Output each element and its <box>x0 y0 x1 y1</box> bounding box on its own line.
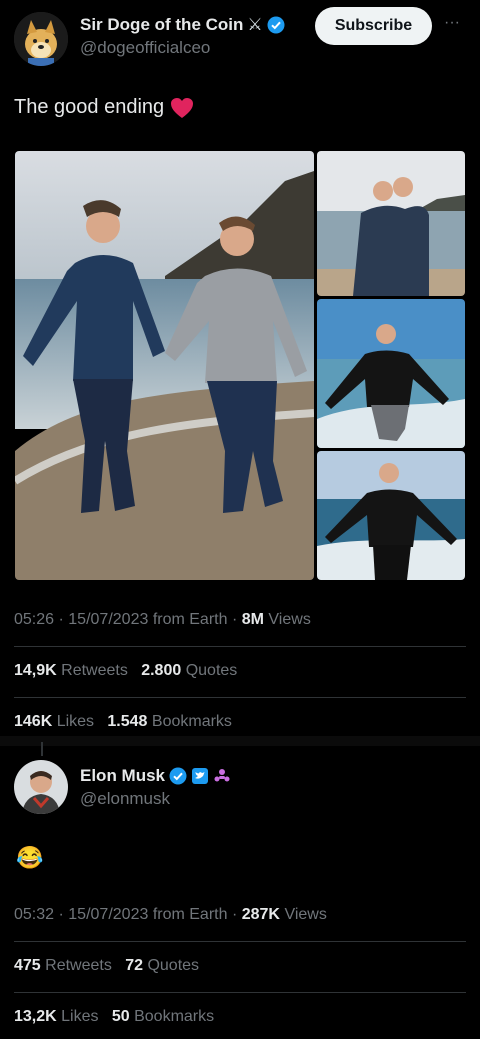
tweet-timestamp-row: 05:26 · 15/07/2023 from Earth · 8M Views <box>14 611 311 628</box>
retweets-link[interactable]: 14,9K Retweets <box>14 662 128 679</box>
author-name[interactable]: Sir Doge of the Coin <box>80 15 243 35</box>
divider <box>14 941 466 942</box>
author-handle[interactable]: @dogeofficialceo <box>80 38 210 58</box>
subscribe-button[interactable]: Subscribe <box>315 7 432 45</box>
avatar[interactable] <box>14 12 68 66</box>
tweet-text-content: The good ending <box>14 96 165 118</box>
bookmarks-link[interactable]: 50 Bookmarks <box>112 1008 214 1025</box>
retweets-link[interactable]: 475 Retweets <box>14 957 112 974</box>
bookmarks-label: Bookmarks <box>151 713 232 730</box>
verified-badge-icon <box>267 16 285 34</box>
quotes-count: 2.800 <box>141 662 182 679</box>
quotes-link[interactable]: 2.800 Quotes <box>141 662 237 679</box>
likes-count: 146K <box>14 713 53 730</box>
quotes-count: 72 <box>125 957 143 974</box>
retweets-count: 14,9K <box>14 662 57 679</box>
likes-link[interactable]: 13,2K Likes <box>14 1008 99 1025</box>
bookmarks-count: 1.548 <box>107 713 148 730</box>
twitter-logo-badge-icon <box>191 767 209 785</box>
quotes-label: Quotes <box>185 662 238 679</box>
tweet-source: from Earth <box>152 906 228 923</box>
photo-bottom-right[interactable] <box>317 451 465 580</box>
photo-main[interactable] <box>15 151 314 580</box>
run-photo <box>317 451 465 580</box>
photo-top-right[interactable] <box>317 151 465 296</box>
hug-photo <box>317 151 465 296</box>
swords-icon: ⚔ <box>247 15 263 34</box>
photo-middle-right[interactable] <box>317 299 465 448</box>
bookmarks-label: Bookmarks <box>134 1008 215 1025</box>
likes-bookmarks-row: 146K Likes 1.548 Bookmarks <box>14 713 232 731</box>
reply-thread-line <box>41 742 43 756</box>
bookmarks-link[interactable]: 1.548 Bookmarks <box>107 713 232 730</box>
bookmarks-count: 50 <box>111 1008 130 1025</box>
likes-label: Likes <box>61 1008 99 1025</box>
tweet-source: from Earth <box>152 611 228 628</box>
tweet-time[interactable]: 05:32 <box>14 906 54 923</box>
divider <box>14 646 466 647</box>
thread-separator <box>0 736 480 746</box>
divider <box>14 992 466 993</box>
tweet-date[interactable]: 15/07/2023 <box>68 611 148 628</box>
beach-running-photo <box>15 151 314 580</box>
likes-label: Likes <box>56 713 95 730</box>
retweets-count: 475 <box>14 957 41 974</box>
more-options-icon[interactable]: ··· <box>444 14 460 32</box>
retweets-label: Retweets <box>61 662 128 679</box>
author-name-row[interactable]: Sir Doge of the Coin ⚔ <box>80 15 285 35</box>
retweets-quotes-row: 475 Retweets 72 Quotes <box>14 957 199 975</box>
avatar[interactable] <box>14 760 68 814</box>
views-count: 8M <box>241 611 264 628</box>
likes-bookmarks-row: 13,2K Likes 50 Bookmarks <box>14 1008 214 1026</box>
doge-avatar-image <box>14 12 68 66</box>
likes-count: 13,2K <box>14 1008 57 1025</box>
author-handle[interactable]: @elonmusk <box>80 789 170 809</box>
tweet-date[interactable]: 15/07/2023 <box>68 906 148 923</box>
quotes-label: Quotes <box>147 957 200 974</box>
retweets-label: Retweets <box>45 957 112 974</box>
tweet-text: 😂 <box>16 845 44 870</box>
jump-photo <box>317 299 465 448</box>
quotes-link[interactable]: 72 Quotes <box>125 957 199 974</box>
affiliate-people-icon <box>213 767 231 785</box>
tweet-time[interactable]: 05:26 <box>14 611 54 628</box>
retweets-quotes-row: 14,9K Retweets 2.800 Quotes <box>14 662 237 680</box>
likes-link[interactable]: 146K Likes <box>14 713 94 730</box>
views-count: 287K <box>241 906 280 923</box>
author-name-row[interactable]: Elon Musk <box>80 766 231 786</box>
verified-badge-icon <box>169 767 187 785</box>
views-label: Views <box>268 611 311 628</box>
author-name[interactable]: Elon Musk <box>80 766 165 786</box>
tweet-timestamp-row: 05:32 · 15/07/2023 from Earth · 287K Vie… <box>14 906 327 923</box>
red-heart-icon <box>170 97 194 119</box>
views-label: Views <box>284 906 327 923</box>
tweet-text: The good ending <box>14 96 194 119</box>
divider <box>14 697 466 698</box>
elon-avatar-image <box>14 760 68 814</box>
